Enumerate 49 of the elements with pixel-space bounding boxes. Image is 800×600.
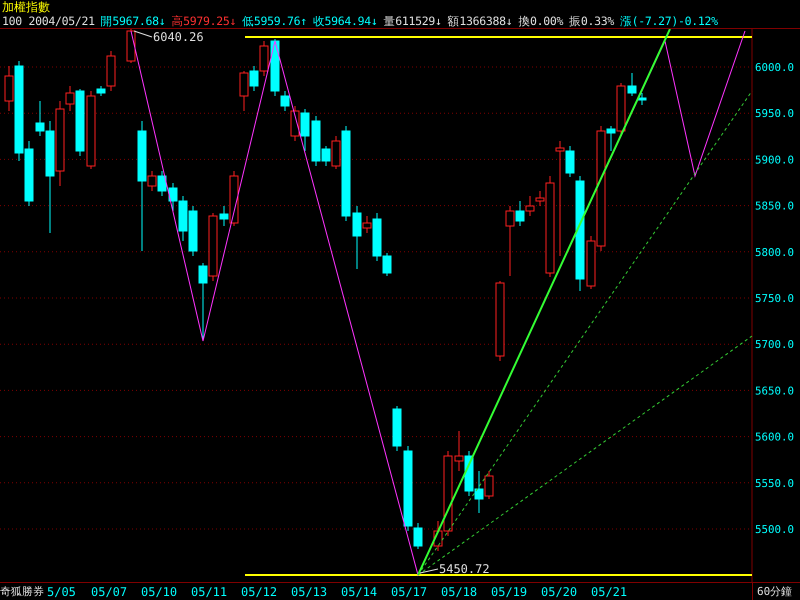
date-axis-label: 05/19 bbox=[491, 585, 528, 599]
quote-value: 高5979.25↓ bbox=[171, 14, 236, 28]
price-axis-label: 5800.0 bbox=[755, 246, 794, 259]
period-label: 60分鐘 bbox=[752, 583, 800, 600]
price-axis-label: 5700.0 bbox=[755, 338, 794, 352]
quote-value: 振0.33% bbox=[569, 14, 614, 28]
quote-value: 100 2004/05/21 bbox=[2, 14, 95, 28]
candlestick bbox=[126, 29, 136, 64]
candlestick bbox=[526, 196, 534, 216]
candlestick bbox=[454, 430, 464, 472]
quote-value: 開5967.68↓ bbox=[100, 14, 166, 28]
leader-line bbox=[420, 568, 438, 574]
date-axis-label: 05/12 bbox=[241, 585, 278, 599]
quote-value: 額1366388↓ bbox=[448, 14, 512, 28]
date-axis-label: 5/05 bbox=[47, 585, 77, 599]
candlestick bbox=[260, 40, 268, 76]
candlestick bbox=[158, 170, 166, 196]
price-axis-label: 5900.0 bbox=[755, 153, 794, 166]
date-axis-label: 05/21 bbox=[591, 585, 628, 599]
date-axis-label: 05/14 bbox=[341, 585, 378, 599]
price-axis-label: 5650.0 bbox=[755, 384, 794, 398]
quote-value: 換0.00% bbox=[518, 14, 564, 28]
low-price-label: 5450.72 bbox=[439, 562, 490, 576]
date-axis-label: 05/07 bbox=[91, 585, 128, 599]
quote-value: 量611529↓ bbox=[384, 14, 442, 28]
price-axis-label: 5550.0 bbox=[755, 476, 794, 490]
price-axis-label: 6000.0 bbox=[755, 61, 794, 74]
price-axis-label: 5950.0 bbox=[755, 107, 794, 120]
date-axis-label: 05/18 bbox=[441, 585, 478, 599]
price-axis-label: 5600.0 bbox=[755, 430, 794, 444]
price-axis-label: 5500.0 bbox=[755, 523, 794, 536]
date-axis-label: 05/17 bbox=[391, 585, 428, 599]
price-axis-label: 5850.0 bbox=[755, 200, 794, 213]
quote-value: 收5964.94↓ bbox=[312, 14, 378, 28]
quote-value: 漲(-7.27)-0.12% bbox=[620, 14, 718, 28]
date-axis-label: 05/13 bbox=[291, 585, 328, 599]
brand-label: 奇狐勝券 bbox=[0, 585, 45, 599]
candlestick bbox=[188, 206, 198, 256]
quote-value: 低5959.76↑ bbox=[242, 14, 307, 28]
price-axis-label: 5750.0 bbox=[755, 292, 794, 305]
high-price-label: 6040.26 bbox=[153, 30, 204, 44]
date-axis-label: 05/11 bbox=[191, 585, 228, 599]
leader-line bbox=[134, 30, 152, 38]
index-title: 加權指數 bbox=[2, 0, 51, 14]
date-axis-label: 05/20 bbox=[541, 585, 578, 599]
candlestick bbox=[392, 406, 402, 452]
candlestick bbox=[208, 212, 218, 282]
date-axis-label: 05/10 bbox=[141, 585, 178, 599]
candlestick bbox=[300, 108, 310, 152]
